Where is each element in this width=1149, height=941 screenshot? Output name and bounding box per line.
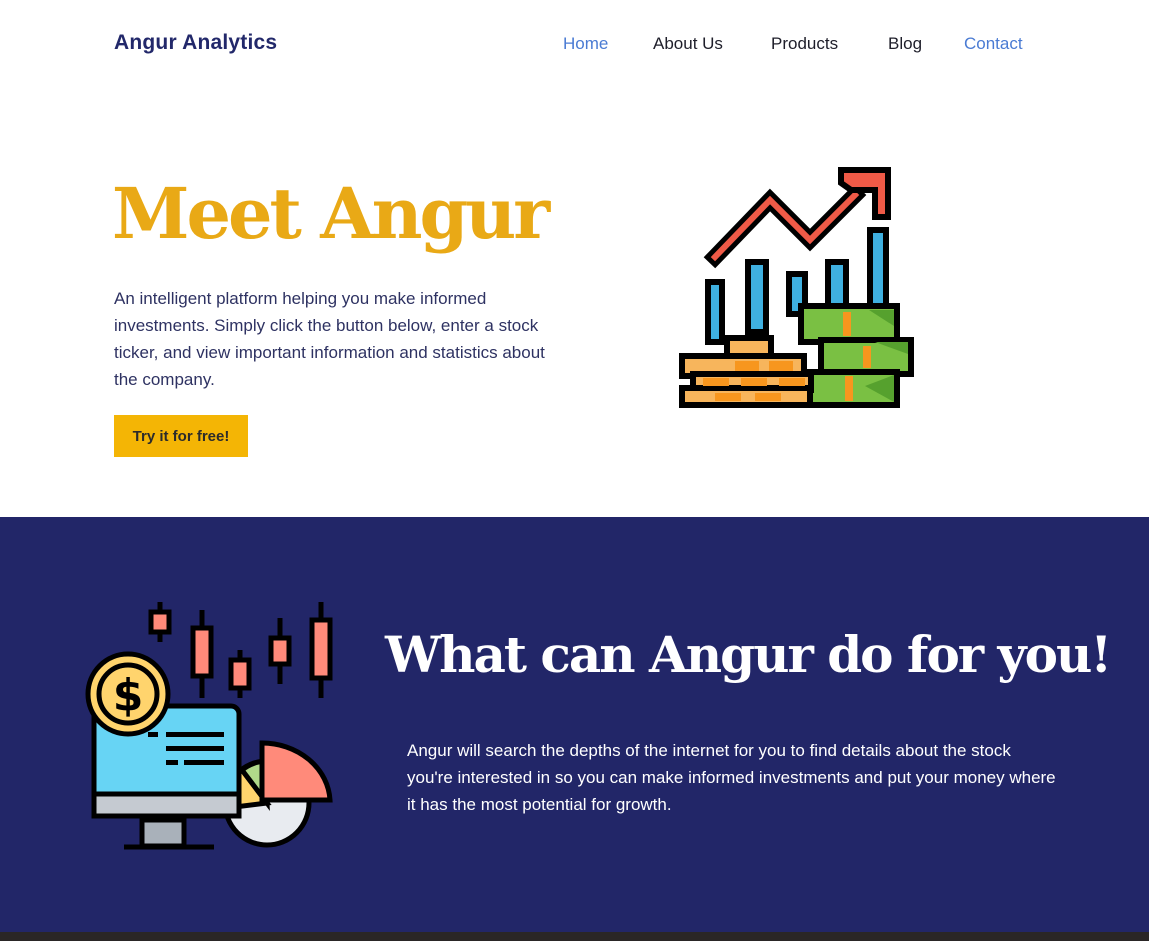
nav-link-home[interactable]: Home xyxy=(563,34,608,54)
nav-link-products[interactable]: Products xyxy=(771,34,838,54)
nav-link-contact[interactable]: Contact xyxy=(964,34,1023,54)
page-bottom-edge xyxy=(0,932,1149,941)
hero-title: Meet Angur xyxy=(112,172,550,255)
svg-text:$: $ xyxy=(113,670,144,721)
try-free-button[interactable]: Try it for free! xyxy=(114,415,248,457)
hero-description: An intelligent platform helping you make… xyxy=(114,289,545,389)
feature-title: What can Angur do for you! xyxy=(385,625,1112,684)
nav-link-blog[interactable]: Blog xyxy=(888,34,922,54)
brand-logo-text[interactable]: Angur Analytics xyxy=(114,31,277,55)
nav-link-about-us[interactable]: About Us xyxy=(653,34,723,54)
growth-chart-money-icon xyxy=(675,160,925,420)
top-navigation: Angur Analytics Home About Us Products B… xyxy=(0,0,1149,90)
feature-description: Angur will search the depths of the inte… xyxy=(407,741,1056,814)
trading-monitor-icon: $ xyxy=(82,598,342,861)
